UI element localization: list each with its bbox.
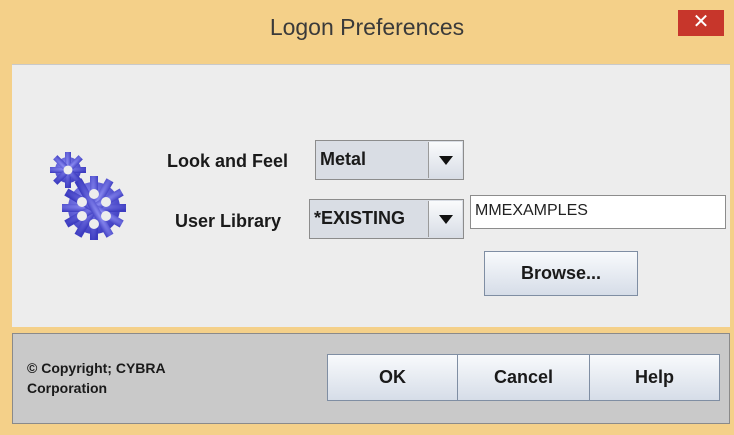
title-bar[interactable]: Logon Preferences ✕ — [0, 0, 734, 63]
look-and-feel-value: Metal — [320, 149, 367, 169]
cancel-button[interactable]: Cancel — [457, 354, 590, 401]
user-library-dropdown-button[interactable] — [428, 201, 462, 237]
close-icon: ✕ — [692, 11, 710, 33]
close-button[interactable]: ✕ — [678, 10, 724, 36]
library-name-input[interactable] — [471, 196, 715, 226]
browse-button[interactable]: Browse... — [484, 251, 638, 296]
copyright-text: © Copyright; CYBRA Corporation — [27, 358, 257, 398]
chevron-down-icon — [439, 156, 453, 165]
gears-icon — [50, 152, 126, 240]
user-library-label: User Library — [175, 211, 282, 231]
library-name-field[interactable] — [470, 195, 726, 229]
user-library-select[interactable]: *EXISTING — [309, 199, 464, 239]
copyright-line-2: Corporation — [27, 380, 108, 396]
look-and-feel-select[interactable]: Metal — [315, 140, 464, 180]
user-library-value: *EXISTING — [314, 208, 406, 228]
ok-button[interactable]: OK — [327, 354, 458, 401]
copyright-line-1: © Copyright; CYBRA — [27, 360, 166, 376]
look-and-feel-label: Look and Feel — [167, 151, 289, 171]
logon-preferences-window: Logon Preferences ✕ Look and Feel Metal … — [0, 0, 734, 435]
help-button[interactable]: Help — [589, 354, 720, 401]
window-title: Logon Preferences — [269, 14, 465, 40]
chevron-down-icon — [439, 215, 453, 224]
look-and-feel-dropdown-button[interactable] — [428, 142, 462, 178]
